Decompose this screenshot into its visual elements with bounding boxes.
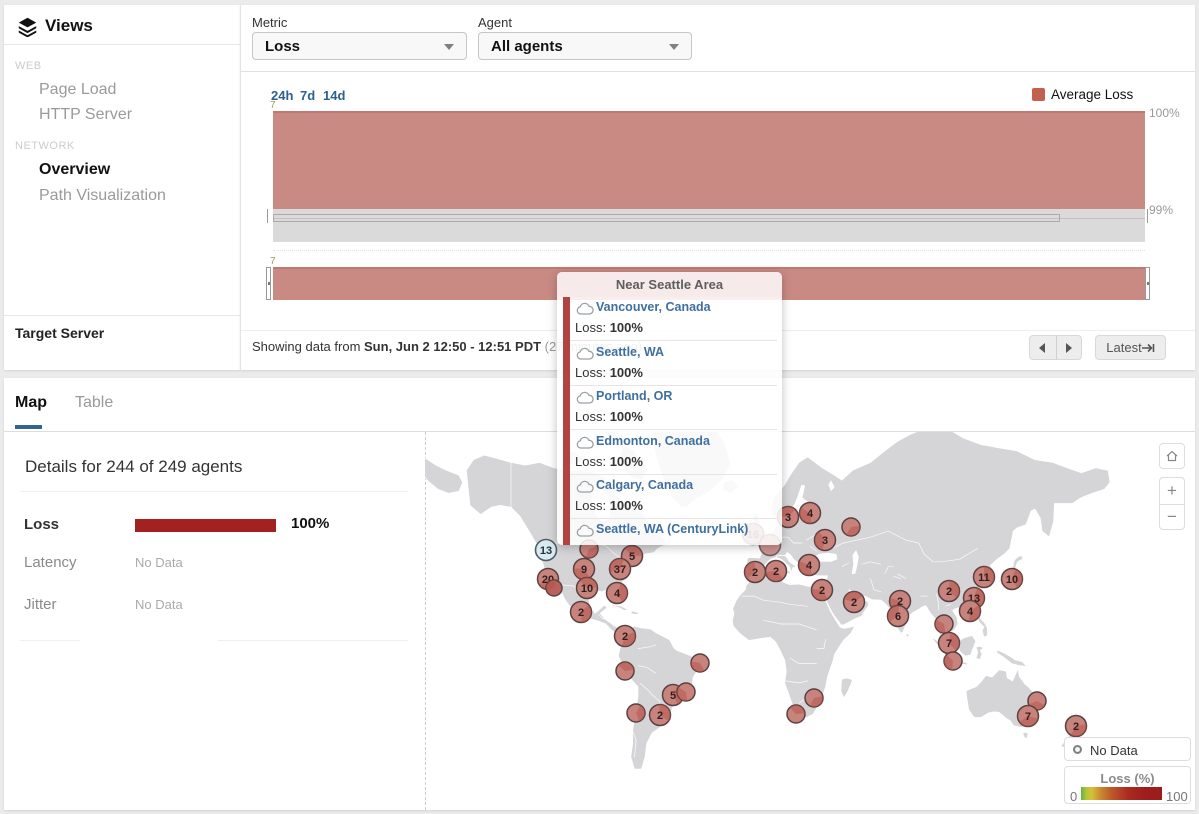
svg-text:9: 9 xyxy=(581,564,587,576)
svg-text:4: 4 xyxy=(807,508,814,520)
svg-text:4: 4 xyxy=(806,560,813,572)
svg-text:7: 7 xyxy=(1025,711,1031,723)
svg-text:2: 2 xyxy=(657,710,663,722)
svg-text:5: 5 xyxy=(670,690,676,702)
svg-text:2: 2 xyxy=(622,631,628,643)
svg-text:10: 10 xyxy=(1006,574,1018,586)
svg-text:2: 2 xyxy=(819,585,825,597)
svg-text:2: 2 xyxy=(946,586,952,598)
svg-text:2: 2 xyxy=(851,597,857,609)
svg-text:2: 2 xyxy=(1073,721,1079,733)
svg-text:5: 5 xyxy=(629,551,635,563)
svg-text:3: 3 xyxy=(785,512,791,524)
svg-text:4: 4 xyxy=(614,588,621,600)
svg-text:2: 2 xyxy=(773,566,779,578)
svg-text:6: 6 xyxy=(895,611,901,623)
svg-text:7: 7 xyxy=(946,638,952,650)
svg-text:2: 2 xyxy=(752,567,758,579)
svg-text:11: 11 xyxy=(978,572,990,584)
svg-text:3: 3 xyxy=(822,535,828,547)
svg-text:10: 10 xyxy=(581,583,593,595)
svg-text:2: 2 xyxy=(578,607,584,619)
svg-text:37: 37 xyxy=(614,564,626,576)
svg-text:4: 4 xyxy=(967,606,974,618)
svg-text:13: 13 xyxy=(540,545,552,557)
